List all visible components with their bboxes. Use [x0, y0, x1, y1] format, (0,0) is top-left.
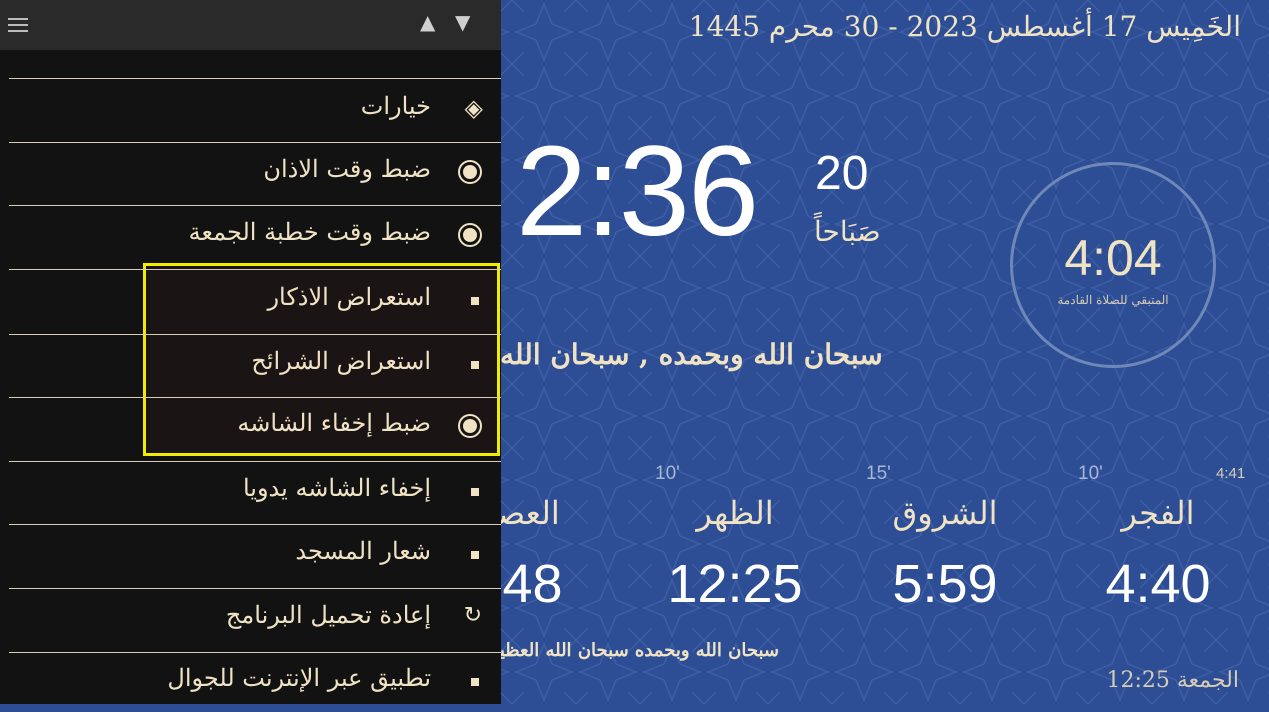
countdown-label: المتبقي للصلاة القادمة [1057, 293, 1169, 307]
prayer-time-shuruq: 5:59 [892, 554, 998, 614]
current-time: 2:36 [516, 120, 759, 263]
square-bullet-icon [471, 297, 479, 305]
menu-item-label: تطبيق عبر الإنترنت للجوال [167, 664, 431, 692]
date-line: الخَمِيس 17 أغسطس 2023 - 30 محرم 1445 [688, 10, 1241, 43]
menu-item-mobile-web-app[interactable]: تطبيق عبر الإنترنت للجوال [9, 652, 491, 712]
menu-divider [9, 269, 501, 270]
countdown-value: 4:04 [1064, 230, 1162, 286]
prayer-time-fajr: 4:40 [1105, 554, 1211, 614]
current-seconds: 20 [815, 147, 869, 200]
dhikr-ticker: سبحان الله وبحمده , سبحان الله [500, 338, 883, 371]
dhuhr-iqama-offset: 10' [655, 463, 680, 484]
triangle-down-icon[interactable]: ▼ [455, 10, 470, 34]
menu-item-mosque-logo[interactable]: شعار المسجد [9, 525, 491, 585]
jumuah-time: الجمعة 12:25 [1106, 668, 1239, 693]
menu-item-adhan-time[interactable]: ضبط وقت الاذان [9, 143, 491, 203]
menu-item-label: شعار المسجد [295, 537, 431, 565]
menu-item-show-adhkar[interactable]: استعراض الاذكار [9, 271, 491, 331]
prayer-name-dhuhr: الظهر [696, 494, 774, 532]
square-bullet-icon [471, 361, 479, 369]
radio-icon [458, 160, 482, 184]
menu-item-reload-app[interactable]: ↻ إعادة تحميل البرنامج [9, 589, 491, 649]
square-bullet-icon [471, 678, 479, 686]
menu-item-label: ضبط إخفاء الشاشه [237, 409, 431, 437]
menu-item-label: إخفاء الشاشه يدويا [242, 474, 431, 502]
menu-item-label: ضبط وقت الاذان [263, 155, 431, 183]
menu-item-label: استعراض الاذكار [267, 283, 431, 311]
menu-item-hide-screen-manual[interactable]: إخفاء الشاشه يدويا [9, 462, 491, 522]
diamond-icon: ◈ [464, 94, 483, 122]
reload-icon: ↻ [463, 603, 482, 628]
menu-item-screen-hide-settings[interactable]: ضبط إخفاء الشاشه [9, 397, 491, 457]
dhikr-footer: سبحان الله وبحمده سبحان الله العظيم [487, 640, 779, 661]
fajr-iqama-offset: 10' [1078, 463, 1103, 484]
prayer-time-dhuhr: 12:25 [667, 554, 803, 614]
fajr-adhan-time-small: 4:41 [1216, 465, 1246, 482]
prayer-name-shuruq: الشروق [892, 494, 998, 532]
ampm-label: صَبَاحاً [814, 215, 881, 248]
menu-divider [9, 78, 501, 79]
hamburger-icon[interactable] [8, 18, 28, 36]
square-bullet-icon [471, 551, 479, 559]
radio-icon [458, 414, 482, 438]
side-menu: ▲ ▼ ◈ خيارات ضبط وقت الاذان ضبط وقت خطبة… [0, 0, 501, 704]
menu-header: ▲ ▼ [0, 0, 501, 50]
menu-item-show-slides[interactable]: استعراض الشرائح [9, 335, 491, 395]
prayer-name-fajr: الفجر [1121, 494, 1195, 532]
shuruq-offset: 15' [866, 463, 891, 484]
triangle-up-icon[interactable]: ▲ [420, 10, 435, 34]
menu-item-label: ضبط وقت خطبة الجمعة [188, 218, 431, 246]
menu-item-label: خيارات [360, 92, 431, 120]
radio-icon [458, 223, 482, 247]
menu-item-jumuah-khutbah[interactable]: ضبط وقت خطبة الجمعة [9, 206, 491, 266]
menu-item-options[interactable]: ◈ خيارات [9, 80, 491, 140]
menu-item-label: إعادة تحميل البرنامج [225, 601, 431, 629]
menu-item-label: استعراض الشرائح [251, 347, 431, 375]
square-bullet-icon [471, 488, 479, 496]
